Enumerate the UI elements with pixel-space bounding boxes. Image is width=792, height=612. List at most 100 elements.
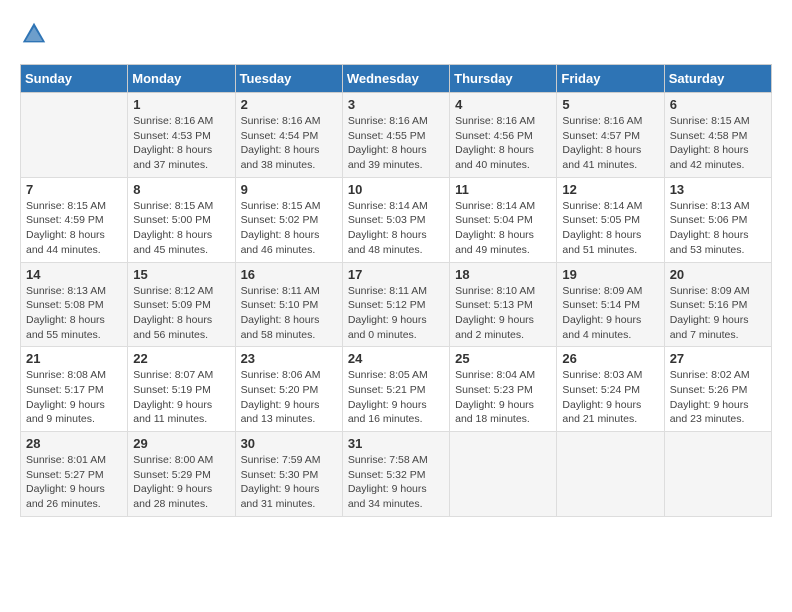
day-cell: 1 Sunrise: 8:16 AMSunset: 4:53 PMDayligh… <box>128 93 235 178</box>
day-info: Sunrise: 8:11 AMSunset: 5:12 PMDaylight:… <box>348 284 444 343</box>
day-cell: 2 Sunrise: 8:16 AMSunset: 4:54 PMDayligh… <box>235 93 342 178</box>
day-number: 5 <box>562 97 658 112</box>
day-info: Sunrise: 7:59 AMSunset: 5:30 PMDaylight:… <box>241 453 337 512</box>
day-info: Sunrise: 8:15 AMSunset: 5:00 PMDaylight:… <box>133 199 229 258</box>
day-cell: 29 Sunrise: 8:00 AMSunset: 5:29 PMDaylig… <box>128 432 235 517</box>
day-number: 24 <box>348 351 444 366</box>
calendar-table: SundayMondayTuesdayWednesdayThursdayFrid… <box>20 64 772 517</box>
day-cell: 5 Sunrise: 8:16 AMSunset: 4:57 PMDayligh… <box>557 93 664 178</box>
day-info: Sunrise: 8:13 AMSunset: 5:06 PMDaylight:… <box>670 199 766 258</box>
day-cell <box>664 432 771 517</box>
day-number: 23 <box>241 351 337 366</box>
day-cell: 26 Sunrise: 8:03 AMSunset: 5:24 PMDaylig… <box>557 347 664 432</box>
day-cell: 23 Sunrise: 8:06 AMSunset: 5:20 PMDaylig… <box>235 347 342 432</box>
day-info: Sunrise: 8:14 AMSunset: 5:04 PMDaylight:… <box>455 199 551 258</box>
day-cell: 4 Sunrise: 8:16 AMSunset: 4:56 PMDayligh… <box>450 93 557 178</box>
day-info: Sunrise: 8:16 AMSunset: 4:56 PMDaylight:… <box>455 114 551 173</box>
day-number: 28 <box>26 436 122 451</box>
day-number: 22 <box>133 351 229 366</box>
week-row-4: 21 Sunrise: 8:08 AMSunset: 5:17 PMDaylig… <box>21 347 772 432</box>
day-number: 30 <box>241 436 337 451</box>
day-number: 17 <box>348 267 444 282</box>
day-number: 8 <box>133 182 229 197</box>
day-number: 10 <box>348 182 444 197</box>
day-cell: 16 Sunrise: 8:11 AMSunset: 5:10 PMDaylig… <box>235 262 342 347</box>
day-info: Sunrise: 8:09 AMSunset: 5:16 PMDaylight:… <box>670 284 766 343</box>
day-info: Sunrise: 8:08 AMSunset: 5:17 PMDaylight:… <box>26 368 122 427</box>
day-cell: 25 Sunrise: 8:04 AMSunset: 5:23 PMDaylig… <box>450 347 557 432</box>
column-header-wednesday: Wednesday <box>342 65 449 93</box>
column-header-tuesday: Tuesday <box>235 65 342 93</box>
day-cell: 30 Sunrise: 7:59 AMSunset: 5:30 PMDaylig… <box>235 432 342 517</box>
day-cell: 28 Sunrise: 8:01 AMSunset: 5:27 PMDaylig… <box>21 432 128 517</box>
day-number: 16 <box>241 267 337 282</box>
day-cell: 7 Sunrise: 8:15 AMSunset: 4:59 PMDayligh… <box>21 177 128 262</box>
day-cell: 9 Sunrise: 8:15 AMSunset: 5:02 PMDayligh… <box>235 177 342 262</box>
day-info: Sunrise: 8:09 AMSunset: 5:14 PMDaylight:… <box>562 284 658 343</box>
day-number: 29 <box>133 436 229 451</box>
day-info: Sunrise: 8:16 AMSunset: 4:54 PMDaylight:… <box>241 114 337 173</box>
day-number: 12 <box>562 182 658 197</box>
day-number: 20 <box>670 267 766 282</box>
day-cell: 31 Sunrise: 7:58 AMSunset: 5:32 PMDaylig… <box>342 432 449 517</box>
day-cell <box>21 93 128 178</box>
day-cell: 15 Sunrise: 8:12 AMSunset: 5:09 PMDaylig… <box>128 262 235 347</box>
day-number: 7 <box>26 182 122 197</box>
day-number: 27 <box>670 351 766 366</box>
week-row-3: 14 Sunrise: 8:13 AMSunset: 5:08 PMDaylig… <box>21 262 772 347</box>
logo-icon <box>20 20 48 48</box>
day-info: Sunrise: 8:01 AMSunset: 5:27 PMDaylight:… <box>26 453 122 512</box>
day-number: 6 <box>670 97 766 112</box>
day-number: 15 <box>133 267 229 282</box>
day-number: 21 <box>26 351 122 366</box>
day-cell: 27 Sunrise: 8:02 AMSunset: 5:26 PMDaylig… <box>664 347 771 432</box>
column-header-monday: Monday <box>128 65 235 93</box>
day-info: Sunrise: 8:15 AMSunset: 4:59 PMDaylight:… <box>26 199 122 258</box>
day-cell: 18 Sunrise: 8:10 AMSunset: 5:13 PMDaylig… <box>450 262 557 347</box>
week-row-5: 28 Sunrise: 8:01 AMSunset: 5:27 PMDaylig… <box>21 432 772 517</box>
day-number: 19 <box>562 267 658 282</box>
day-cell: 19 Sunrise: 8:09 AMSunset: 5:14 PMDaylig… <box>557 262 664 347</box>
day-cell: 12 Sunrise: 8:14 AMSunset: 5:05 PMDaylig… <box>557 177 664 262</box>
day-cell: 6 Sunrise: 8:15 AMSunset: 4:58 PMDayligh… <box>664 93 771 178</box>
column-header-saturday: Saturday <box>664 65 771 93</box>
day-info: Sunrise: 7:58 AMSunset: 5:32 PMDaylight:… <box>348 453 444 512</box>
day-cell <box>557 432 664 517</box>
day-info: Sunrise: 8:15 AMSunset: 5:02 PMDaylight:… <box>241 199 337 258</box>
day-info: Sunrise: 8:16 AMSunset: 4:55 PMDaylight:… <box>348 114 444 173</box>
day-info: Sunrise: 8:13 AMSunset: 5:08 PMDaylight:… <box>26 284 122 343</box>
day-number: 18 <box>455 267 551 282</box>
column-header-friday: Friday <box>557 65 664 93</box>
day-number: 25 <box>455 351 551 366</box>
header-row: SundayMondayTuesdayWednesdayThursdayFrid… <box>21 65 772 93</box>
day-cell: 24 Sunrise: 8:05 AMSunset: 5:21 PMDaylig… <box>342 347 449 432</box>
day-info: Sunrise: 8:16 AMSunset: 4:53 PMDaylight:… <box>133 114 229 173</box>
day-cell: 20 Sunrise: 8:09 AMSunset: 5:16 PMDaylig… <box>664 262 771 347</box>
day-number: 9 <box>241 182 337 197</box>
day-info: Sunrise: 8:14 AMSunset: 5:03 PMDaylight:… <box>348 199 444 258</box>
day-info: Sunrise: 8:07 AMSunset: 5:19 PMDaylight:… <box>133 368 229 427</box>
day-number: 3 <box>348 97 444 112</box>
day-number: 13 <box>670 182 766 197</box>
day-info: Sunrise: 8:12 AMSunset: 5:09 PMDaylight:… <box>133 284 229 343</box>
day-info: Sunrise: 8:16 AMSunset: 4:57 PMDaylight:… <box>562 114 658 173</box>
day-info: Sunrise: 8:03 AMSunset: 5:24 PMDaylight:… <box>562 368 658 427</box>
week-row-1: 1 Sunrise: 8:16 AMSunset: 4:53 PMDayligh… <box>21 93 772 178</box>
day-number: 1 <box>133 97 229 112</box>
day-info: Sunrise: 8:10 AMSunset: 5:13 PMDaylight:… <box>455 284 551 343</box>
week-row-2: 7 Sunrise: 8:15 AMSunset: 4:59 PMDayligh… <box>21 177 772 262</box>
column-header-sunday: Sunday <box>21 65 128 93</box>
day-number: 31 <box>348 436 444 451</box>
day-info: Sunrise: 8:06 AMSunset: 5:20 PMDaylight:… <box>241 368 337 427</box>
day-info: Sunrise: 8:04 AMSunset: 5:23 PMDaylight:… <box>455 368 551 427</box>
day-info: Sunrise: 8:00 AMSunset: 5:29 PMDaylight:… <box>133 453 229 512</box>
day-info: Sunrise: 8:05 AMSunset: 5:21 PMDaylight:… <box>348 368 444 427</box>
day-cell: 13 Sunrise: 8:13 AMSunset: 5:06 PMDaylig… <box>664 177 771 262</box>
day-number: 2 <box>241 97 337 112</box>
day-cell: 17 Sunrise: 8:11 AMSunset: 5:12 PMDaylig… <box>342 262 449 347</box>
day-cell: 14 Sunrise: 8:13 AMSunset: 5:08 PMDaylig… <box>21 262 128 347</box>
day-cell: 8 Sunrise: 8:15 AMSunset: 5:00 PMDayligh… <box>128 177 235 262</box>
day-info: Sunrise: 8:11 AMSunset: 5:10 PMDaylight:… <box>241 284 337 343</box>
day-cell: 11 Sunrise: 8:14 AMSunset: 5:04 PMDaylig… <box>450 177 557 262</box>
day-info: Sunrise: 8:14 AMSunset: 5:05 PMDaylight:… <box>562 199 658 258</box>
